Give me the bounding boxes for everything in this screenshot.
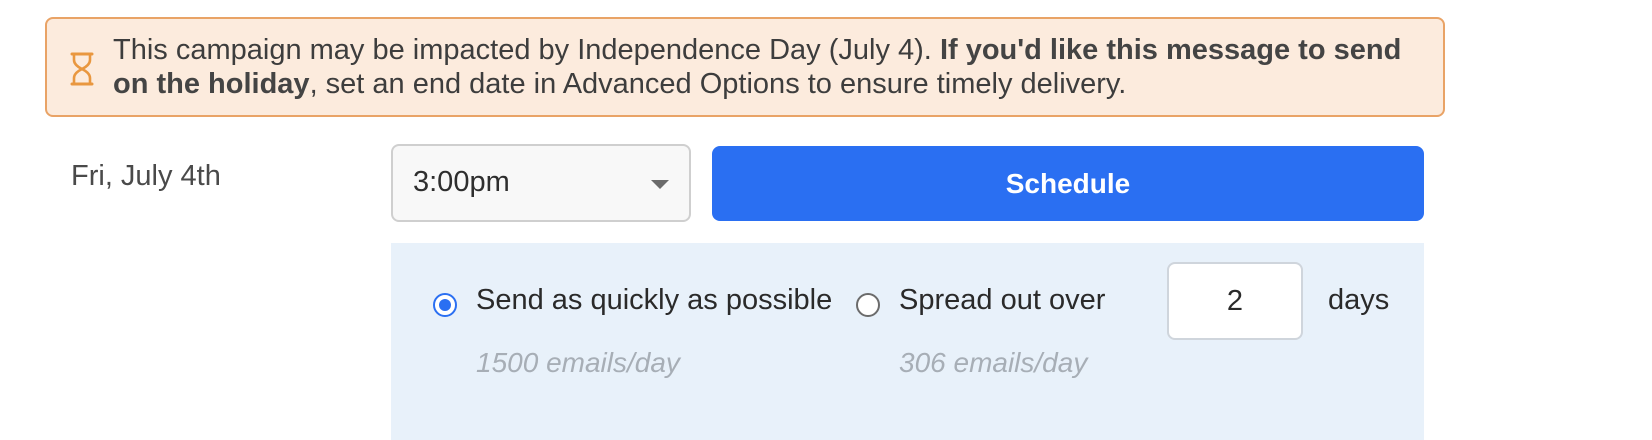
spread-out-radio[interactable] <box>856 293 880 317</box>
hourglass-icon <box>70 52 94 86</box>
send-quickly-radio[interactable] <box>433 293 457 317</box>
banner-message: This campaign may be impacted by Indepen… <box>113 33 1413 101</box>
banner-text-start: This campaign may be impacted by Indepen… <box>113 34 940 66</box>
time-select[interactable]: 3:00pm <box>391 144 691 222</box>
holiday-warning-banner: This campaign may be impacted by Indepen… <box>45 17 1445 117</box>
time-select-value: 3:00pm <box>413 166 510 198</box>
spread-days-unit: days <box>1328 284 1390 316</box>
send-quickly-rate: 1500 emails/day <box>476 347 680 378</box>
spread-out-rate: 306 emails/day <box>899 347 1088 378</box>
schedule-date-label: Fri, July 4th <box>71 160 221 192</box>
spread-days-input[interactable] <box>1167 262 1303 340</box>
send-quickly-label[interactable]: Send as quickly as possible <box>476 284 832 317</box>
banner-text-end: , set an end date in Advanced Options to… <box>309 68 1127 100</box>
chevron-down-icon <box>651 180 669 189</box>
send-options-panel: Send as quickly as possible 1500 emails/… <box>391 243 1424 440</box>
spread-out-label[interactable]: Spread out over <box>899 284 1105 317</box>
schedule-button[interactable]: Schedule <box>712 146 1424 221</box>
